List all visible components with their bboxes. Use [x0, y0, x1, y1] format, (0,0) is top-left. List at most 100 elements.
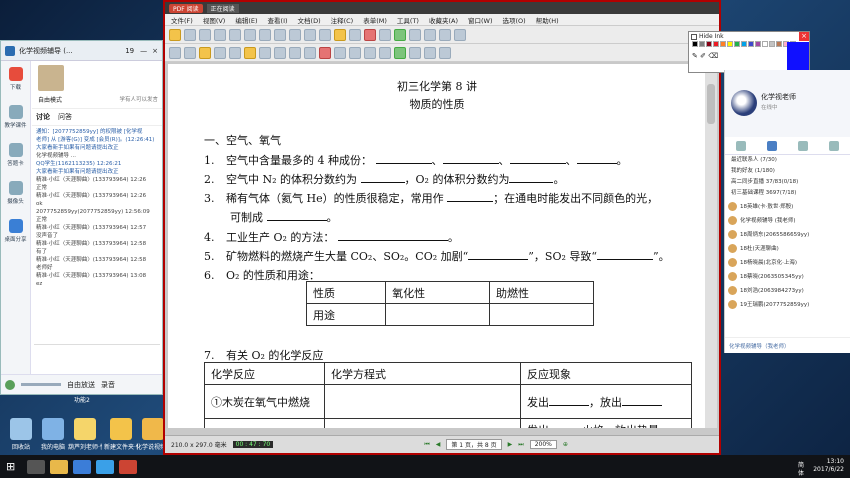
browser-icon[interactable]	[73, 459, 92, 474]
list-item[interactable]: 18杨晓晨(北京化·上海)	[725, 255, 850, 269]
stamp-tool-icon[interactable]	[364, 46, 376, 59]
strike-icon[interactable]	[229, 46, 241, 59]
menu-item[interactable]: 窗口(W)	[468, 15, 493, 25]
color-swatch[interactable]	[748, 41, 754, 47]
crop-icon[interactable]	[409, 46, 421, 59]
doc-tab[interactable]: 正在阅读	[206, 3, 239, 13]
sidebar-item-answer-card[interactable]: 答题卡	[1, 137, 30, 175]
sidebar-item-screen-share[interactable]: 桌面分享	[1, 213, 30, 251]
save-icon[interactable]	[184, 28, 196, 41]
line-icon[interactable]	[289, 46, 301, 59]
tab-qa[interactable]: 问答	[58, 112, 72, 122]
list-item[interactable]: 18杜(天涯聊曲)	[725, 241, 850, 255]
contact-group[interactable]: 最近联系人 (7/30)	[725, 155, 850, 166]
sidebar-item-courseware[interactable]: 教学课件	[1, 99, 30, 137]
color-swatch[interactable]	[741, 41, 747, 47]
start-button[interactable]: ⊞	[6, 460, 15, 473]
ink-close-button[interactable]: ×	[799, 32, 809, 41]
menu-item[interactable]: 文档(D)	[298, 15, 321, 25]
close-button[interactable]: ×	[152, 47, 158, 55]
arrow-icon[interactable]	[304, 46, 316, 59]
contact-group[interactable]: 初三基础课程 3697(7/18)	[725, 188, 850, 199]
color-swatch[interactable]	[734, 41, 740, 47]
tab-messages-icon[interactable]	[735, 140, 746, 151]
record-button[interactable]: 录音	[101, 380, 115, 390]
next-page-button[interactable]: ▶	[508, 441, 513, 448]
tab-contacts-icon[interactable]	[766, 140, 777, 151]
mic-icon[interactable]	[5, 379, 15, 390]
last-page-button[interactable]: ⏭	[518, 441, 523, 449]
mode-label[interactable]: 自由模式	[38, 95, 62, 104]
settings-icon[interactable]	[454, 28, 466, 41]
menu-item[interactable]: 查看(I)	[268, 15, 288, 25]
ime-indicator[interactable]: 简体	[798, 462, 804, 478]
shape-icon[interactable]	[274, 46, 286, 59]
measure-icon[interactable]	[349, 46, 361, 59]
color-swatch[interactable]	[692, 41, 698, 47]
redo-icon[interactable]	[244, 28, 256, 41]
comment-icon[interactable]	[364, 28, 376, 41]
desktop-icon[interactable]: 我的电脑	[36, 418, 70, 451]
note-icon[interactable]	[244, 46, 256, 59]
sidebar-item-camera[interactable]: 摄像头	[1, 175, 30, 213]
marker-icon[interactable]: ✐	[700, 52, 706, 60]
find-icon[interactable]	[319, 28, 331, 41]
clock-date[interactable]: 2017/6/22	[813, 466, 844, 474]
color-swatch[interactable]	[727, 41, 733, 47]
scroll-thumb[interactable]	[707, 84, 715, 124]
list-item[interactable]: 18英雄(卡·敖世·郑殷)	[725, 199, 850, 213]
stamp-icon[interactable]	[379, 28, 391, 41]
desktop-icon[interactable]: 新建文件夹·快捷方式	[104, 418, 138, 451]
text-icon[interactable]	[184, 46, 196, 59]
tab-discussion[interactable]: 讨论	[36, 112, 50, 122]
email-icon[interactable]	[214, 28, 226, 41]
color-swatch[interactable]	[762, 41, 768, 47]
zoom-select[interactable]: 200%	[529, 440, 557, 449]
menu-item[interactable]: 选项(O)	[503, 15, 526, 25]
list-item[interactable]: 18蔡晓(2063505345yy)	[725, 269, 850, 283]
highlight-icon[interactable]	[199, 46, 211, 59]
app-tab[interactable]: PDF 阅读	[169, 3, 203, 13]
menu-item[interactable]: 工具(T)	[397, 15, 419, 25]
minimize-button[interactable]: —	[140, 47, 147, 55]
pointer-icon[interactable]	[169, 46, 181, 59]
hand-icon[interactable]	[259, 28, 271, 41]
menu-item[interactable]: 注释(C)	[331, 15, 354, 25]
first-page-button[interactable]: ⏮	[424, 441, 429, 449]
list-item[interactable]: 19王瑞鹏(2077752859yy)	[725, 297, 850, 311]
tab-apps-icon[interactable]	[829, 140, 840, 151]
color-swatch[interactable]	[713, 41, 719, 47]
menu-item[interactable]: 收藏夹(A)	[429, 15, 458, 25]
share-button[interactable]: 自由放送	[67, 380, 95, 390]
pencil-icon[interactable]	[319, 46, 331, 59]
contact-group[interactable]: 高二同步直播 37/83(0/18)	[725, 177, 850, 188]
avatar[interactable]	[731, 90, 757, 116]
print-icon[interactable]	[199, 28, 211, 41]
eraser-icon[interactable]	[334, 46, 346, 59]
clock-time[interactable]: 13:10	[813, 458, 844, 466]
footer-link[interactable]: 化学视频辅导（我老师）	[729, 342, 790, 350]
export-icon[interactable]	[424, 46, 436, 59]
prev-page-button[interactable]: ◀	[436, 441, 441, 448]
volume-slider[interactable]	[21, 383, 61, 386]
menu-item[interactable]: 文件(F)	[171, 15, 193, 25]
fit-icon[interactable]	[424, 28, 436, 41]
taskview-icon[interactable]	[27, 459, 46, 474]
select-icon[interactable]	[274, 28, 286, 41]
menu-item[interactable]: 帮助(H)	[536, 15, 559, 25]
sidebar-item-download[interactable]: 下载	[1, 61, 30, 99]
sign-icon[interactable]	[394, 28, 406, 41]
vertical-scrollbar[interactable]	[705, 64, 717, 428]
current-color[interactable]	[787, 42, 809, 73]
desktop-icon[interactable]: 葫芦刘老师·快捷方式	[68, 418, 102, 451]
open-icon[interactable]	[169, 28, 181, 41]
color-swatch[interactable]	[776, 41, 782, 47]
color-swatch[interactable]	[699, 41, 705, 47]
list-item[interactable]: 18周炳东(2065586659yy)	[725, 227, 850, 241]
tab-groups-icon[interactable]	[798, 140, 809, 151]
typewriter-icon[interactable]	[259, 46, 271, 59]
zoom-icon[interactable]	[289, 28, 301, 41]
zoom-in-icon[interactable]: ⊕	[563, 441, 568, 448]
page-indicator[interactable]: 第 1 页，共 8 页	[446, 439, 502, 450]
desktop-icon[interactable]: 回收站	[4, 418, 38, 451]
